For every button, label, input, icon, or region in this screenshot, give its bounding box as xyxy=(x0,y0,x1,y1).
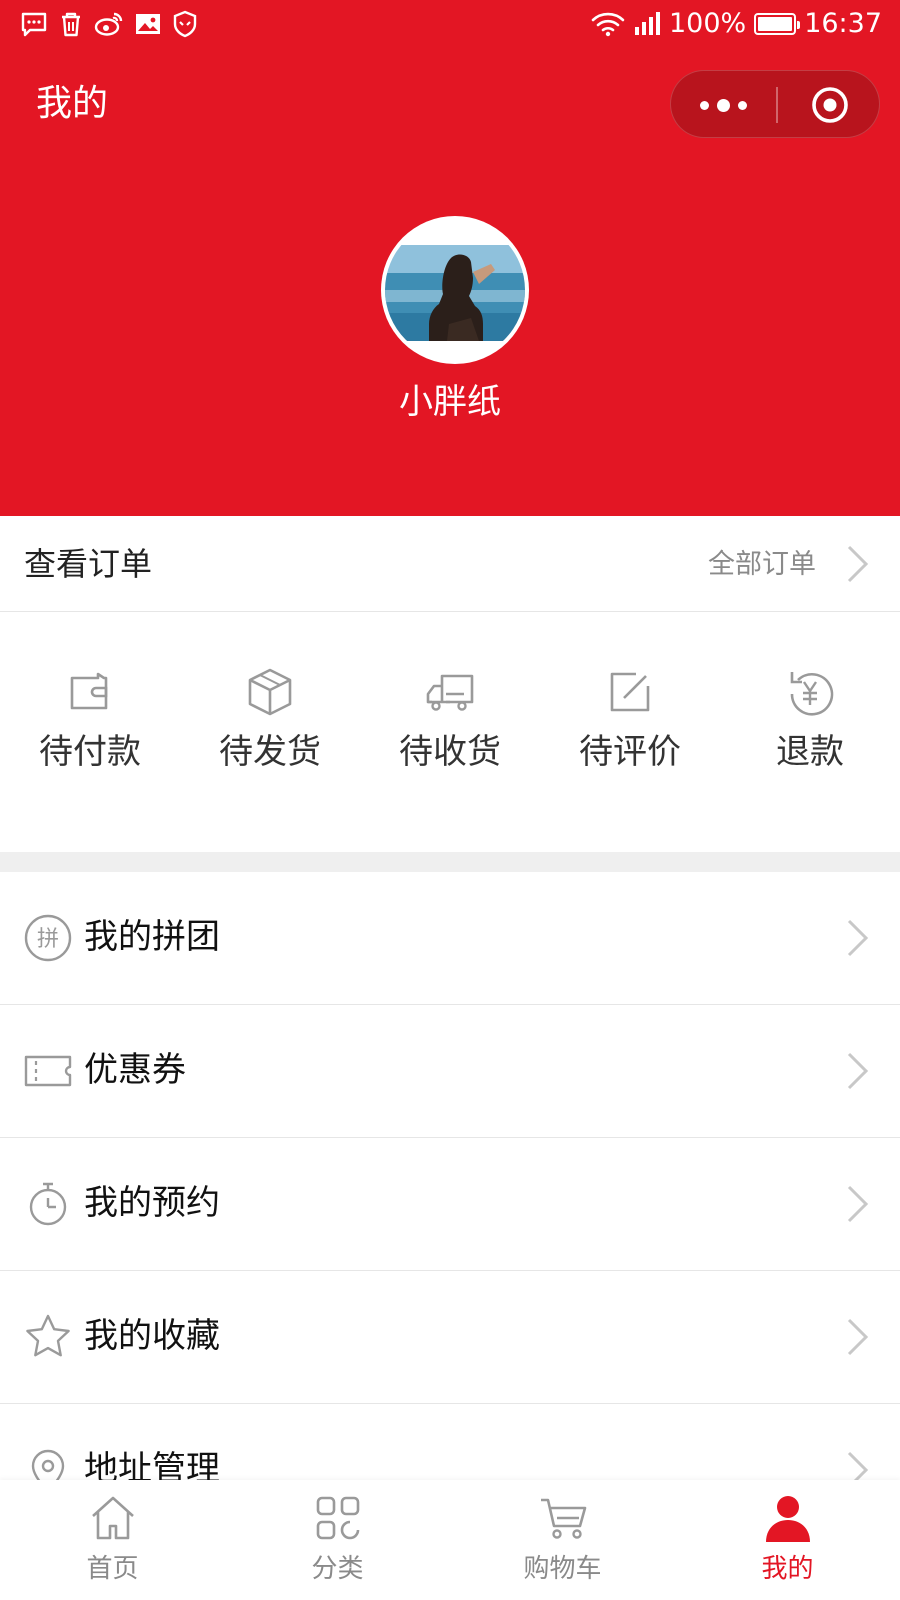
battery-icon xyxy=(754,12,801,35)
signal-icon xyxy=(634,11,660,35)
chevron-right-icon xyxy=(847,545,869,583)
chevron-right-icon xyxy=(847,919,869,957)
menu-item-label: 我的收藏 xyxy=(84,1316,220,1356)
chevron-right-icon xyxy=(847,1318,869,1356)
menu-item-label: 优惠券 xyxy=(84,1050,186,1090)
target-icon xyxy=(811,87,848,123)
group-buy-icon-text: 拼 xyxy=(37,927,59,952)
battery-percent: 100% xyxy=(668,8,747,39)
more-dot-icon xyxy=(738,100,747,110)
user-icon xyxy=(765,1496,810,1542)
chevron-right-icon xyxy=(847,1052,869,1090)
bottom-tab-bar: 首页 分类 购物车 我的 xyxy=(0,1480,900,1600)
group-buy-icon: 拼 xyxy=(24,914,72,962)
star-icon xyxy=(26,1314,70,1357)
category-icon xyxy=(316,1496,359,1540)
coupon-icon xyxy=(24,1055,72,1087)
tab-label: 购物车 xyxy=(523,1554,602,1584)
menu-item-group-buy[interactable]: 拼 我的拼团 xyxy=(0,872,900,1005)
section-divider xyxy=(0,852,900,872)
menu-item-coupons[interactable]: 优惠券 xyxy=(0,1005,900,1138)
order-status-pending-receipt[interactable]: 待收货 xyxy=(360,664,540,774)
profile-header: 100% 16:37 我的 小胖纸 xyxy=(0,0,900,516)
edit-icon xyxy=(610,672,650,712)
order-status-label: 待付款 xyxy=(39,732,141,772)
status-bar: 100% 16:37 xyxy=(0,0,900,52)
menu-item-label: 我的预约 xyxy=(84,1183,220,1223)
shield-icon xyxy=(173,10,197,38)
order-status-grid: 待付款 待发货 待收货 待评价 退款 xyxy=(0,612,900,852)
box-icon xyxy=(248,668,292,716)
miniprogram-capsule xyxy=(670,70,880,138)
refund-icon xyxy=(790,672,834,716)
cart-icon xyxy=(540,1498,586,1539)
more-dot-icon xyxy=(717,98,730,112)
message-icon xyxy=(21,12,47,37)
chevron-right-icon xyxy=(847,1185,869,1223)
status-system-indicators: 100% 16:37 xyxy=(591,8,882,39)
order-status-pending-shipment[interactable]: 待发货 xyxy=(180,664,360,774)
more-options-button[interactable] xyxy=(671,71,776,139)
view-orders-row[interactable]: 查看订单 全部订单 xyxy=(0,516,900,612)
tab-cart[interactable]: 购物车 xyxy=(450,1492,675,1586)
order-status-label: 退款 xyxy=(776,732,844,772)
order-status-pending-review[interactable]: 待评价 xyxy=(540,664,720,774)
avatar[interactable] xyxy=(381,216,529,364)
tab-category[interactable]: 分类 xyxy=(225,1492,450,1586)
weibo-icon xyxy=(94,12,123,36)
order-status-label: 待收货 xyxy=(399,732,501,772)
profile-menu: 拼 我的拼团 优惠券 我的预约 我的收藏 地址管理 xyxy=(0,872,900,1537)
tab-profile[interactable]: 我的 xyxy=(675,1492,900,1586)
clock: 16:37 xyxy=(804,8,882,39)
username: 小胖纸 xyxy=(399,382,501,422)
home-icon xyxy=(91,1496,134,1540)
image-icon xyxy=(136,14,160,34)
stopwatch-icon xyxy=(29,1182,67,1226)
menu-item-label: 我的拼团 xyxy=(84,917,220,957)
close-miniprogram-button[interactable] xyxy=(778,71,881,139)
tab-home[interactable]: 首页 xyxy=(0,1492,225,1586)
more-dot-icon xyxy=(700,100,709,110)
page-title: 我的 xyxy=(36,83,109,124)
avatar-photo xyxy=(385,220,525,360)
orders-title: 查看订单 xyxy=(24,545,153,583)
order-status-label: 待评价 xyxy=(579,732,681,772)
profile-page: 100% 16:37 我的 小胖纸 查看订单 全部订单 待付款 待发货 待收货 … xyxy=(0,0,900,1600)
menu-item-reservations[interactable]: 我的预约 xyxy=(0,1138,900,1271)
wifi-icon xyxy=(591,12,625,36)
order-status-refund[interactable]: 退款 xyxy=(720,664,900,774)
wallet-icon xyxy=(70,672,108,710)
trash-icon xyxy=(62,12,80,37)
tab-label: 首页 xyxy=(86,1554,139,1584)
order-status-pending-payment[interactable]: 待付款 xyxy=(0,664,180,774)
tab-label: 分类 xyxy=(311,1554,364,1584)
truck-icon xyxy=(426,674,474,711)
tab-label: 我的 xyxy=(761,1554,814,1584)
menu-item-favorites[interactable]: 我的收藏 xyxy=(0,1271,900,1404)
all-orders-link[interactable]: 全部订单 xyxy=(708,546,816,584)
status-notification-icons xyxy=(20,10,198,38)
order-status-label: 待发货 xyxy=(219,732,321,772)
